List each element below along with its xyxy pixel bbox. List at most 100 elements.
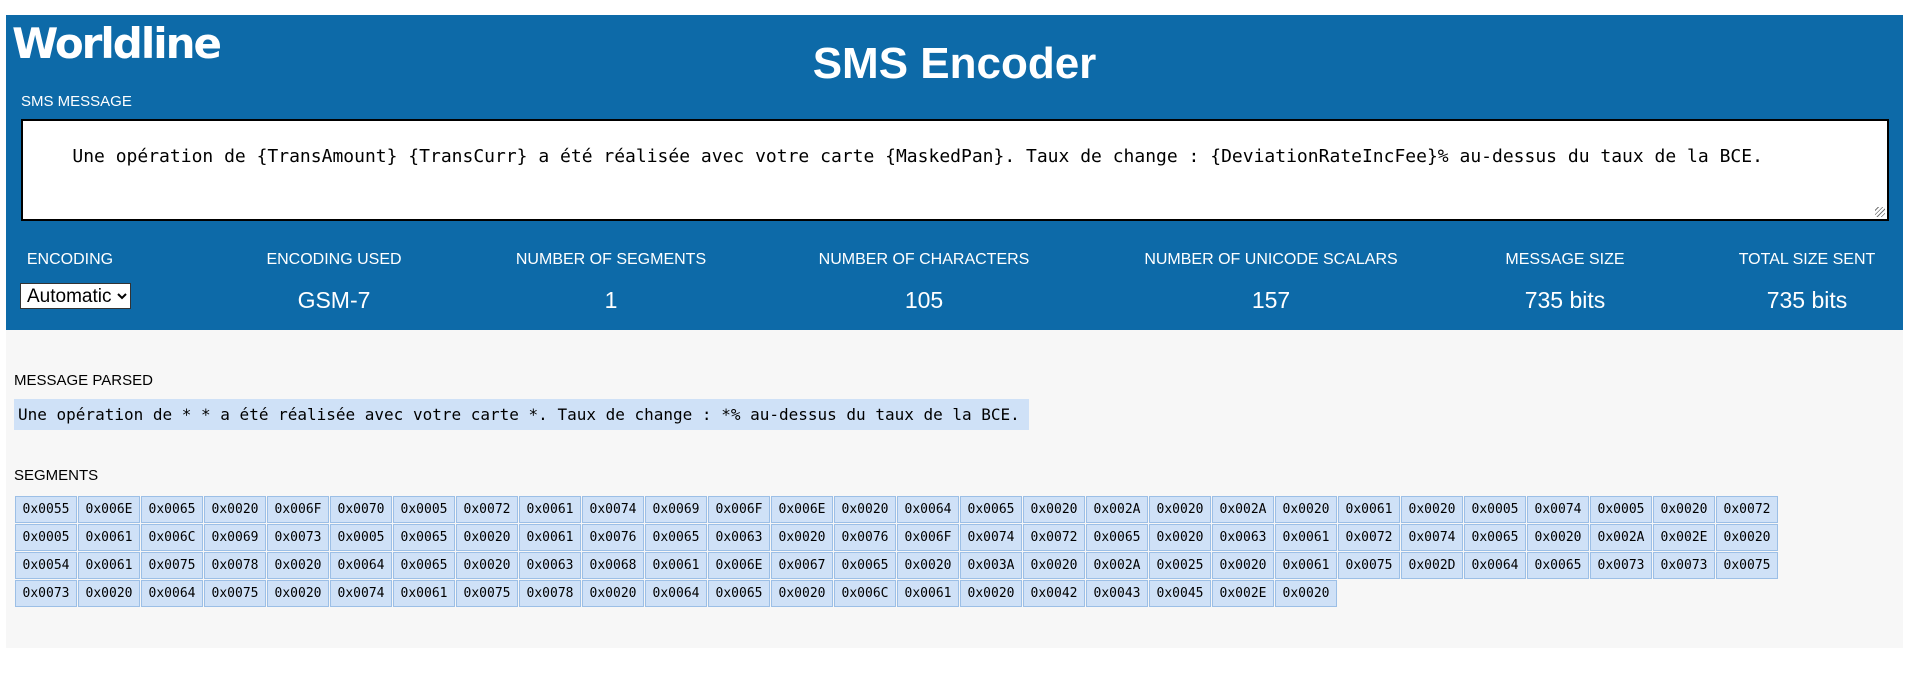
- segment-cell: 0x0061: [645, 552, 707, 579]
- segment-cell: 0x0061: [1338, 496, 1400, 523]
- segment-cell: 0x0020: [1401, 496, 1463, 523]
- segment-cell: 0x0020: [1149, 496, 1211, 523]
- sms-message-text: Une opération de {TransAmount} {TransCur…: [72, 146, 1763, 167]
- segment-cell: 0x0078: [204, 552, 266, 579]
- segment-cell: 0x0072: [1023, 524, 1085, 551]
- segment-cell: 0x0076: [834, 524, 896, 551]
- segment-cell: 0x0020: [897, 552, 959, 579]
- segment-cell: 0x006E: [78, 496, 140, 523]
- stat-encoding-label: ENCODING: [26, 251, 114, 268]
- segment-cell: 0x0005: [393, 496, 455, 523]
- segment-cell: 0x0045: [1149, 580, 1211, 607]
- segment-cell: 0x0055: [15, 496, 77, 523]
- segment-cell: 0x0065: [393, 552, 455, 579]
- segment-cell: 0x0064: [897, 496, 959, 523]
- message-parsed-text: Une opération de * * a été réalisée avec…: [14, 399, 1029, 430]
- stat-encoding-used-label: ENCODING USED: [266, 251, 402, 268]
- segment-cell: 0x006E: [708, 552, 770, 579]
- segment-cell: 0x0061: [393, 580, 455, 607]
- segment-cell: 0x0063: [519, 552, 581, 579]
- segment-cell: 0x0067: [771, 552, 833, 579]
- segment-cell: 0x0020: [1275, 496, 1337, 523]
- segment-cell: 0x0061: [78, 524, 140, 551]
- segment-cell: 0x006F: [267, 496, 329, 523]
- segment-cell: 0x0061: [897, 580, 959, 607]
- stat-encoding-used: ENCODING USED GSM-7: [234, 251, 434, 314]
- segment-cell: 0x002D: [1401, 552, 1463, 579]
- segment-cell: 0x0069: [645, 496, 707, 523]
- segment-cell: 0x0065: [1086, 524, 1148, 551]
- stat-message-size-value: 735 bits: [1524, 287, 1606, 313]
- textarea-resize-handle[interactable]: [1875, 207, 1885, 217]
- segment-cell: 0x0076: [582, 524, 644, 551]
- sms-message-input[interactable]: Une opération de {TransAmount} {TransCur…: [21, 119, 1889, 221]
- segment-cell: 0x0020: [1149, 524, 1211, 551]
- segment-cell: 0x0020: [1023, 496, 1085, 523]
- segment-cell: 0x0065: [141, 496, 203, 523]
- segment-cell: 0x002A: [1590, 524, 1652, 551]
- segment-cell: 0x002A: [1086, 552, 1148, 579]
- segment-cell: 0x0072: [456, 496, 518, 523]
- stat-unicode-scalars: NUMBER OF UNICODE SCALARS 157: [1126, 251, 1416, 314]
- segment-cell: 0x0065: [708, 580, 770, 607]
- segment-cell: 0x0074: [582, 496, 644, 523]
- segment-cell: 0x0064: [645, 580, 707, 607]
- segment-cell: 0x0020: [771, 580, 833, 607]
- segment-cell: 0x0073: [1590, 552, 1652, 579]
- stat-total-size-value: 735 bits: [1766, 287, 1848, 313]
- segment-cell: 0x0063: [708, 524, 770, 551]
- segment-cell: 0x002E: [1212, 580, 1274, 607]
- segment-cell: 0x0070: [330, 496, 392, 523]
- segment-cell: 0x0074: [1401, 524, 1463, 551]
- stat-message-size-label: MESSAGE SIZE: [1505, 251, 1625, 268]
- segment-cell: 0x0074: [1527, 496, 1589, 523]
- stat-segments-value: 1: [604, 287, 618, 313]
- segment-cell: 0x0064: [330, 552, 392, 579]
- segment-cell: 0x0065: [1464, 524, 1526, 551]
- segment-cell: 0x0020: [960, 580, 1022, 607]
- segment-cell: 0x0020: [1023, 552, 1085, 579]
- segment-cell: 0x0005: [15, 524, 77, 551]
- segment-cell: 0x0020: [771, 524, 833, 551]
- segment-cell: 0x0073: [1653, 552, 1715, 579]
- segment-cell: 0x0042: [1023, 580, 1085, 607]
- segment-cell: 0x0061: [78, 552, 140, 579]
- segment-cell: 0x0063: [1212, 524, 1274, 551]
- segment-cell: 0x0075: [1338, 552, 1400, 579]
- segment-cell: 0x002A: [1212, 496, 1274, 523]
- stat-segments-label: NUMBER OF SEGMENTS: [515, 251, 707, 268]
- segment-cell: 0x0020: [456, 552, 518, 579]
- segment-cell: 0x0020: [1716, 524, 1778, 551]
- segment-cell: 0x006C: [834, 580, 896, 607]
- segment-cell: 0x0075: [456, 580, 518, 607]
- segment-cell: 0x0065: [393, 524, 455, 551]
- segment-cell: 0x0075: [1716, 552, 1778, 579]
- segment-cell: 0x0072: [1716, 496, 1778, 523]
- stat-message-size: MESSAGE SIZE 735 bits: [1465, 251, 1665, 314]
- segment-cell: 0x0078: [519, 580, 581, 607]
- segment-cell: 0x006F: [897, 524, 959, 551]
- segments-grid: 0x0055 0x006E 0x0065 0x0020 0x006F 0x0070 0x00…: [15, 496, 1839, 608]
- segment-cell: 0x0072: [1338, 524, 1400, 551]
- encoding-select[interactable]: Automatic: [20, 283, 131, 309]
- segment-cell: 0x0020: [78, 580, 140, 607]
- segment-cell: 0x0020: [267, 580, 329, 607]
- segment-cell: 0x0020: [1653, 496, 1715, 523]
- segment-cell: 0x0064: [141, 580, 203, 607]
- segment-cell: 0x0020: [204, 496, 266, 523]
- segment-cell: 0x0065: [834, 552, 896, 579]
- stat-characters-label: NUMBER OF CHARACTERS: [818, 251, 1030, 268]
- segment-cell: 0x0020: [834, 496, 896, 523]
- segment-cell: 0x0074: [330, 580, 392, 607]
- header-panel: Worldline SMS Encoder SMS MESSAGE Une op…: [6, 15, 1903, 330]
- segment-cell: 0x0061: [1275, 552, 1337, 579]
- stats-row: ENCODING Automatic ENCODING USED GSM-7 N…: [6, 251, 1903, 321]
- results-panel: MESSAGE PARSED Une opération de * * a ét…: [6, 330, 1903, 648]
- segment-cell: 0x0075: [204, 580, 266, 607]
- stat-total-size-label: TOTAL SIZE SENT: [1738, 251, 1876, 268]
- segment-cell: 0x0043: [1086, 580, 1148, 607]
- segment-cell: 0x0068: [582, 552, 644, 579]
- segment-cell: 0x0020: [267, 552, 329, 579]
- stat-total-size: TOTAL SIZE SENT 735 bits: [1707, 251, 1907, 314]
- segment-cell: 0x0061: [519, 496, 581, 523]
